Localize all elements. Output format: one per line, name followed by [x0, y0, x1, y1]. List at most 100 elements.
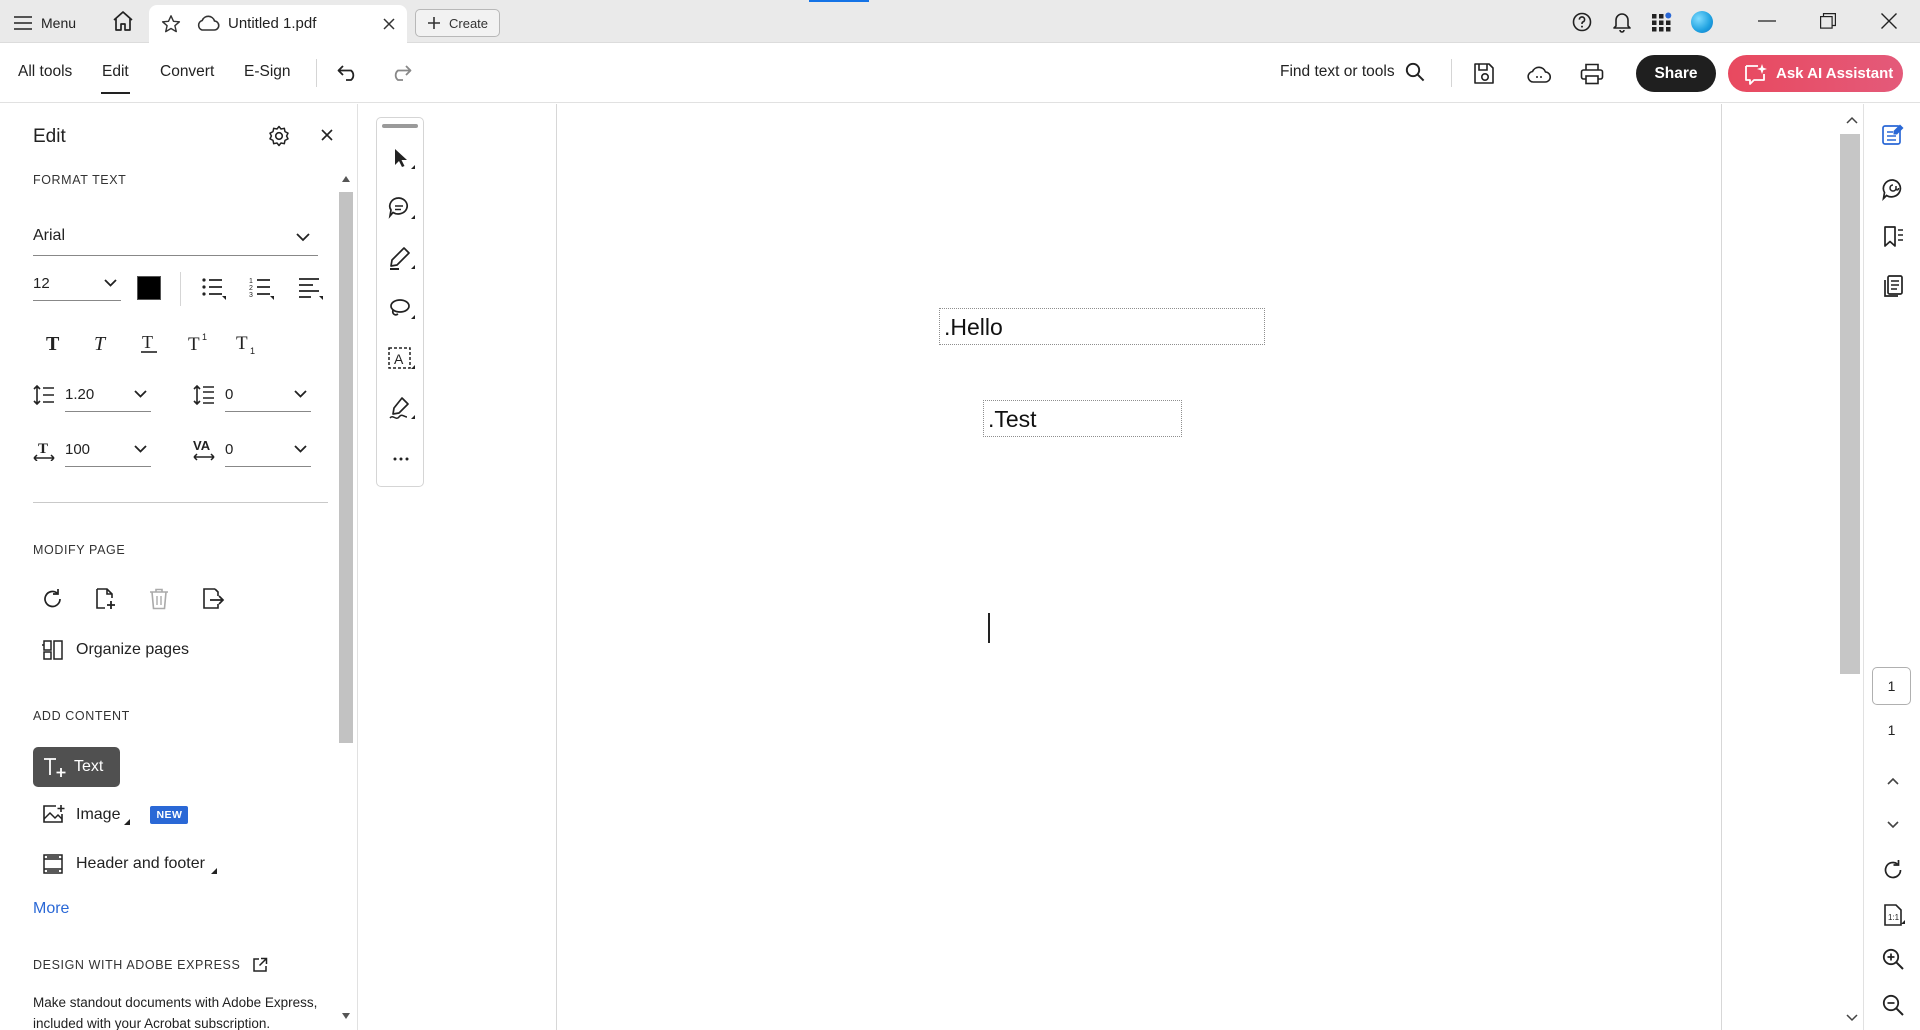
italic-icon[interactable]: T	[91, 332, 113, 354]
chevron-down-icon	[134, 390, 147, 398]
document-scrollbar[interactable]	[1840, 104, 1864, 1030]
cloud-upload-icon[interactable]	[1526, 65, 1552, 85]
comments-icon[interactable]	[1881, 177, 1905, 201]
bookmarks-icon[interactable]	[1881, 225, 1905, 249]
bell-icon[interactable]	[1612, 11, 1632, 33]
lasso-draw-icon[interactable]	[387, 295, 415, 323]
apps-icon[interactable]	[1652, 12, 1672, 32]
pdf-page[interactable]: .Hello .Test	[556, 104, 1722, 1030]
tab-edit[interactable]: Edit	[101, 63, 130, 94]
settings-gear-icon[interactable]	[268, 125, 290, 147]
home-button[interactable]	[111, 10, 135, 32]
help-icon[interactable]	[1572, 12, 1592, 32]
menu-label: Menu	[41, 15, 77, 31]
edit-panel-icon[interactable]	[1881, 123, 1905, 147]
paragraph-spacing-select[interactable]: 0	[225, 382, 311, 412]
add-image-link[interactable]: Image NEW	[42, 804, 189, 826]
avatar[interactable]	[1691, 11, 1713, 33]
underline-icon[interactable]: T	[138, 332, 160, 354]
character-spacing-select[interactable]: 0	[225, 437, 311, 467]
undo-icon[interactable]	[337, 64, 359, 82]
add-text-button[interactable]: Text	[33, 747, 120, 787]
align-left-icon[interactable]	[298, 276, 324, 300]
current-page-input[interactable]: 1	[1872, 667, 1911, 705]
document-tab[interactable]: Untitled 1.pdf	[149, 5, 407, 43]
modify-page-heading: MODIFY PAGE	[33, 543, 126, 557]
delete-page-icon[interactable]	[148, 588, 170, 610]
organize-pages-link[interactable]: Organize pages	[42, 639, 189, 661]
textbox-hello[interactable]: .Hello	[939, 308, 1265, 345]
tab-e-sign[interactable]: E-Sign	[244, 63, 291, 81]
save-icon[interactable]	[1472, 62, 1496, 86]
ai-assistant-button[interactable]: Ask AI Assistant	[1728, 55, 1903, 92]
rotate-view-icon[interactable]	[1881, 858, 1905, 882]
close-panel-icon[interactable]	[321, 129, 333, 141]
panel-scrollbar[interactable]	[339, 168, 353, 1025]
share-button[interactable]: Share	[1636, 55, 1716, 92]
redo-icon[interactable]	[390, 64, 412, 82]
tab-all-tools[interactable]: All tools	[18, 63, 72, 81]
next-page-icon[interactable]	[1881, 812, 1905, 836]
organize-pages-label: Organize pages	[76, 641, 189, 658]
subscript-icon[interactable]: T1	[234, 332, 258, 356]
superscript-icon[interactable]: T1	[186, 332, 210, 354]
scroll-up-arrow-icon[interactable]	[342, 176, 350, 182]
extract-page-icon[interactable]	[201, 587, 225, 611]
scroll-up-icon[interactable]	[1846, 116, 1858, 124]
close-tab-icon[interactable]	[383, 18, 395, 30]
print-icon[interactable]	[1580, 63, 1604, 85]
bulleted-list-icon[interactable]	[201, 276, 227, 300]
page-thumbnails-icon[interactable]	[1881, 274, 1905, 298]
hamburger-icon	[14, 16, 32, 30]
line-spacing-icon	[33, 384, 54, 406]
panel-scrollbar-thumb[interactable]	[339, 192, 353, 743]
scroll-down-arrow-icon[interactable]	[342, 1013, 350, 1019]
panel-title: Edit	[33, 126, 66, 147]
horizontal-scale-select[interactable]: 100	[65, 437, 151, 467]
header-footer-link[interactable]: Header and footer	[42, 853, 217, 875]
design-heading: DESIGN WITH ADOBE EXPRESS	[33, 957, 268, 973]
insert-page-icon[interactable]	[95, 587, 117, 611]
sign-pen-icon[interactable]	[387, 395, 415, 423]
rotate-icon[interactable]	[42, 588, 64, 610]
line-spacing-select[interactable]: 1.20	[65, 382, 151, 412]
create-button[interactable]: Create	[415, 9, 500, 37]
find-label: Find text or tools	[1280, 63, 1395, 80]
font-family-select[interactable]: Arial	[33, 220, 318, 256]
textbox-test[interactable]: .Test	[983, 400, 1182, 437]
zoom-out-icon[interactable]	[1881, 993, 1905, 1017]
drag-handle[interactable]	[382, 124, 418, 128]
page-fit-icon[interactable]: 1:1	[1881, 903, 1905, 927]
numbered-list-icon[interactable]: 123	[249, 276, 275, 300]
text-caret	[988, 613, 990, 643]
zoom-in-icon[interactable]	[1881, 947, 1905, 971]
minimize-icon[interactable]	[1758, 20, 1776, 22]
font-size-select[interactable]: 12	[33, 271, 121, 301]
highlighter-pen-icon[interactable]	[387, 245, 415, 273]
font-family-value: Arial	[33, 227, 66, 244]
previous-page-icon[interactable]	[1881, 769, 1905, 793]
design-description: Make standout documents with Adobe Expre…	[33, 995, 318, 1030]
edit-panel: Edit FORMAT TEXT Arial 12 123 T T T T1 T…	[0, 104, 358, 1030]
menu-button[interactable]: Menu	[14, 12, 76, 34]
select-cursor-icon[interactable]	[387, 145, 415, 173]
bold-icon[interactable]: T	[43, 332, 65, 354]
comment-icon[interactable]	[387, 195, 415, 223]
document-scrollbar-thumb[interactable]	[1840, 134, 1860, 674]
add-text-label: Text	[74, 758, 104, 775]
more-tools-icon[interactable]	[387, 445, 415, 473]
scroll-down-icon[interactable]	[1846, 1014, 1858, 1022]
star-icon[interactable]	[161, 14, 181, 34]
restore-icon[interactable]	[1820, 13, 1836, 29]
current-page-value: 1	[1887, 678, 1896, 694]
close-window-icon[interactable]	[1881, 13, 1897, 29]
more-link[interactable]: More	[33, 900, 69, 918]
find-tools[interactable]: Find text or tools	[1280, 62, 1425, 82]
text-color-swatch[interactable]	[137, 276, 161, 300]
svg-text:T: T	[46, 333, 60, 354]
external-link-icon[interactable]	[252, 957, 268, 973]
tab-convert[interactable]: Convert	[160, 63, 214, 81]
format-text-heading: FORMAT TEXT	[33, 173, 127, 187]
text-box-icon[interactable]: A	[387, 345, 415, 373]
tab-title: Untitled 1.pdf	[228, 15, 317, 32]
